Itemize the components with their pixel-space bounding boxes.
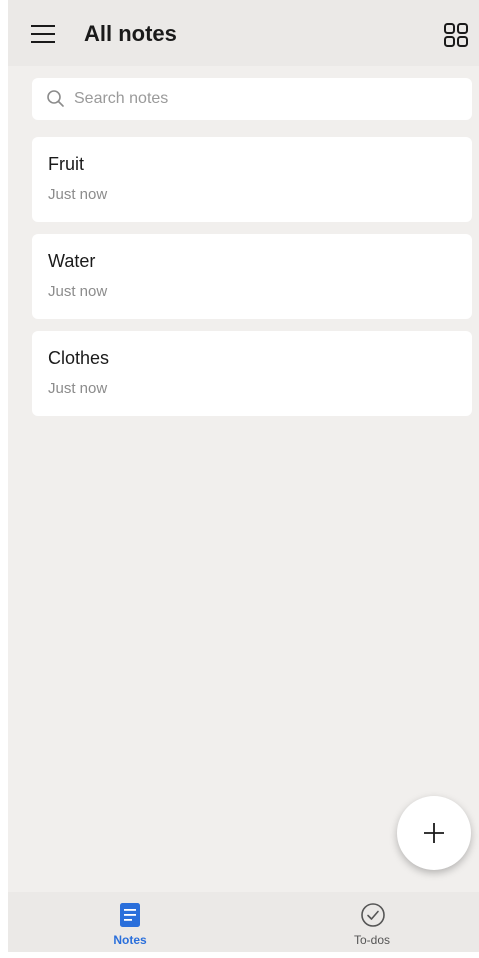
- note-document-icon: [118, 902, 142, 928]
- note-timestamp: Just now: [48, 283, 108, 300]
- note-title: Clothes: [48, 348, 110, 368]
- note-title: Water: [48, 251, 96, 271]
- note-timestamp: Just now: [48, 186, 108, 203]
- tab-notes[interactable]: Notes: [70, 892, 190, 952]
- search-input[interactable]: [74, 78, 454, 120]
- search-icon: [46, 89, 66, 109]
- tab-todos-label: To-dos: [353, 933, 391, 947]
- note-card[interactable]: Clothes Just now: [32, 331, 472, 416]
- tab-todos[interactable]: To-dos: [312, 892, 432, 952]
- note-card[interactable]: Fruit Just now: [32, 137, 472, 222]
- note-timestamp: Just now: [48, 380, 108, 397]
- search-bar[interactable]: [32, 78, 472, 120]
- notes-list: Fruit Just now Water Just now Clothes Ju…: [32, 137, 472, 428]
- tab-notes-label: Notes: [113, 933, 147, 947]
- note-card[interactable]: Water Just now: [32, 234, 472, 319]
- hamburger-menu-icon[interactable]: [30, 22, 58, 46]
- plus-icon: [424, 823, 444, 843]
- check-circle-icon: [360, 902, 385, 928]
- note-title: Fruit: [48, 154, 84, 174]
- bottom-navigation: Notes To-dos: [8, 892, 479, 952]
- grid-view-icon[interactable]: [443, 22, 469, 48]
- add-note-button[interactable]: [397, 796, 471, 870]
- page-title: All notes: [84, 21, 177, 46]
- top-app-bar: All notes: [8, 0, 479, 66]
- notes-app-screen: All notes Fruit Just now Water Just now: [8, 0, 479, 952]
